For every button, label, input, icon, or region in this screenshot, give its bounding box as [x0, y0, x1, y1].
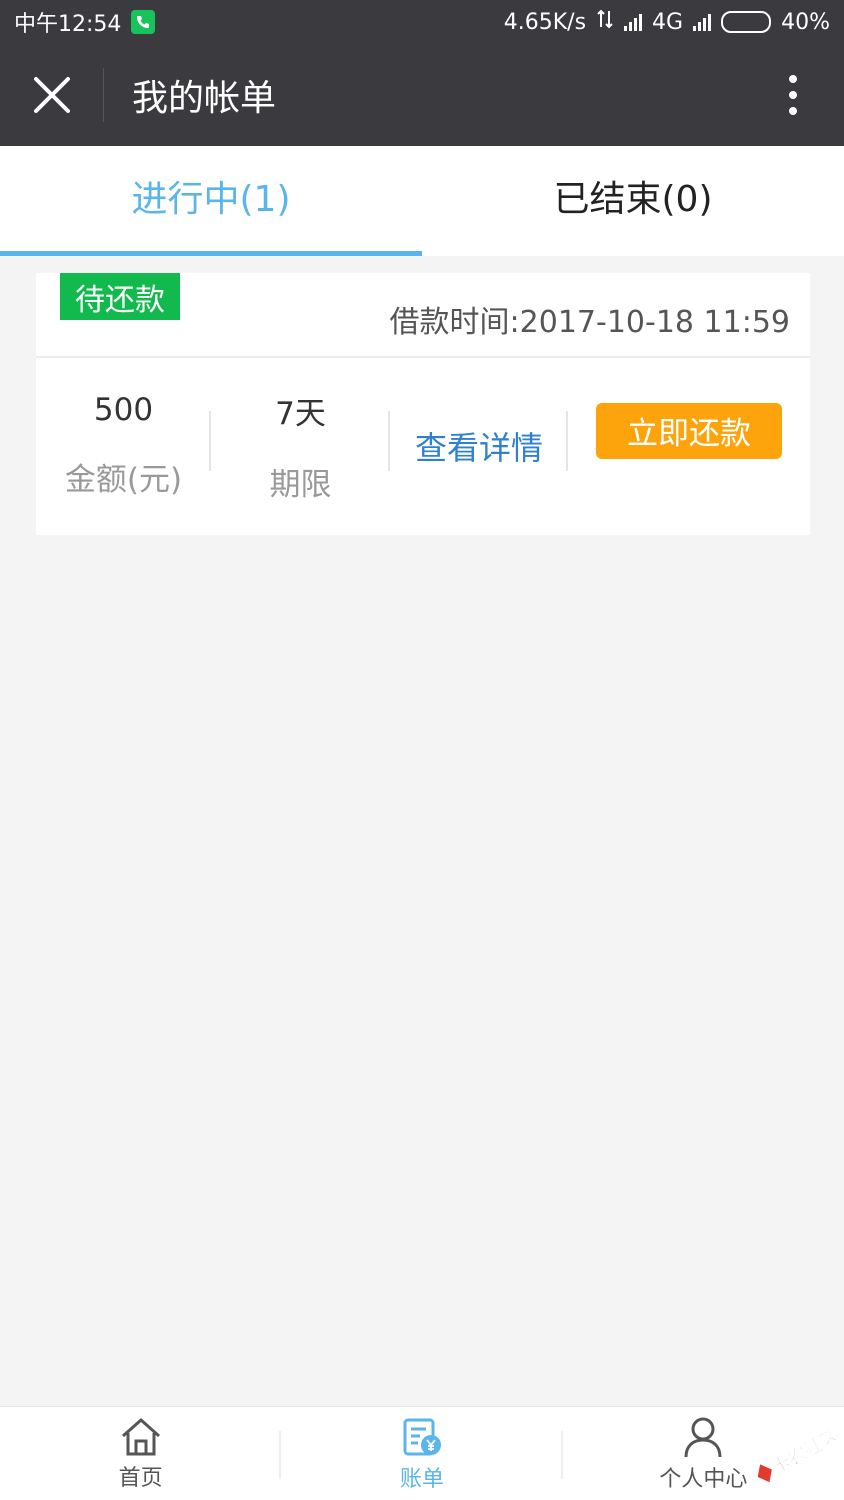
- loan-time: 借款时间:2017-10-18 11:59: [389, 305, 790, 340]
- bottom-nav: 首页 账单 个人中心: [0, 1406, 844, 1500]
- nav-item-profile[interactable]: 个人中心: [563, 1407, 844, 1500]
- amount-cell: 500 金额(元): [36, 381, 211, 511]
- bill-icon: [403, 1418, 441, 1455]
- net-speed: 4.65K/s: [503, 9, 587, 35]
- tab-bar: 进行中(1) 已结束(0): [0, 146, 844, 256]
- amount-label: 金额(元): [64, 462, 183, 498]
- term-value: 7天: [275, 395, 326, 432]
- more-dot-icon: [789, 91, 797, 99]
- close-icon: [34, 77, 70, 113]
- more-dot-icon: [789, 107, 797, 115]
- more-options-button[interactable]: [758, 44, 828, 146]
- term-cell: 7天 期限: [211, 381, 390, 511]
- close-button[interactable]: [0, 44, 104, 146]
- tab-in-progress[interactable]: 进行中(1): [0, 146, 422, 256]
- repay-now-button[interactable]: 立即还款: [596, 402, 782, 459]
- nav-item-home[interactable]: 首页: [0, 1407, 282, 1500]
- bill-card-header: 待还款 借款时间:2017-10-18 11:59: [36, 273, 810, 358]
- status-badge: 待还款: [60, 273, 180, 320]
- user-icon: [684, 1417, 722, 1457]
- bill-card-body: 500 金额(元) 7天 期限 查看详情 立即还款: [36, 358, 810, 533]
- nav-label-home: 首页: [118, 1465, 163, 1491]
- phone-call-icon: [131, 10, 156, 34]
- status-bar: 中午12:54 4.65K/s 4G 40%: [0, 0, 844, 44]
- detail-cell: 查看详情: [390, 381, 568, 511]
- status-time: 中午12:54: [14, 12, 122, 37]
- signal-icon: [624, 13, 643, 31]
- signal-icon-2: [693, 13, 712, 31]
- term-label: 期限: [269, 466, 332, 503]
- bill-card: 待还款 借款时间:2017-10-18 11:59 500 金额(元) 7天 期…: [36, 273, 810, 535]
- nav-label-profile: 个人中心: [659, 1466, 748, 1492]
- battery-icon: [721, 11, 772, 33]
- tab-finished[interactable]: 已结束(0): [422, 146, 844, 256]
- data-transfer-icon: [596, 9, 614, 35]
- nav-item-bill[interactable]: 账单: [281, 1407, 563, 1500]
- repay-cell: 立即还款: [568, 381, 810, 511]
- more-dot-icon: [789, 75, 797, 83]
- nav-label-bill: 账单: [399, 1466, 444, 1492]
- page-title: 我的帐单: [132, 78, 277, 119]
- network-type: 4G: [652, 9, 684, 35]
- home-icon: [121, 1418, 160, 1455]
- view-details-link[interactable]: 查看详情: [415, 423, 543, 469]
- battery-percent: 40%: [781, 9, 830, 35]
- title-bar: 我的帐单: [0, 44, 844, 146]
- amount-value: 500: [93, 392, 154, 428]
